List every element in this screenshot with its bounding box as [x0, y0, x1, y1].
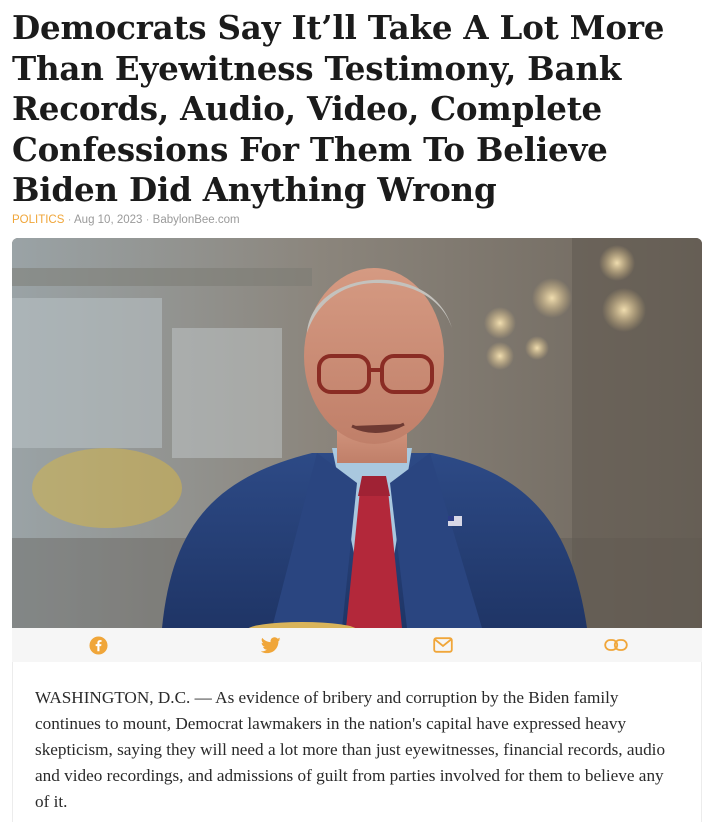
article-meta: POLITICS · Aug 10, 2023 · BabylonBee.com: [12, 214, 240, 226]
article: Democrats Say It’ll Take A Lot More Than…: [0, 0, 707, 822]
publish-date: Aug 10, 2023: [74, 214, 143, 226]
share-email-button[interactable]: [357, 628, 530, 662]
email-icon: [433, 637, 453, 653]
share-bar: [12, 628, 702, 662]
article-paragraph: WASHINGTON, D.C. — As evidence of briber…: [35, 688, 666, 811]
source-link[interactable]: BabylonBee.com: [153, 214, 240, 226]
article-headline: Democrats Say It’ll Take A Lot More Than…: [12, 8, 665, 209]
category-link[interactable]: POLITICS: [12, 214, 64, 226]
share-facebook-button[interactable]: [12, 628, 185, 662]
meta-separator: ·: [142, 214, 153, 226]
facebook-icon: [89, 635, 108, 655]
hero-image: [12, 238, 702, 628]
twitter-icon: [260, 636, 281, 653]
link-icon: [604, 639, 628, 651]
article-body: WASHINGTON, D.C. — As evidence of briber…: [12, 662, 702, 822]
copy-link-button[interactable]: [530, 628, 703, 662]
share-twitter-button[interactable]: [185, 628, 358, 662]
meta-separator: ·: [64, 214, 74, 226]
